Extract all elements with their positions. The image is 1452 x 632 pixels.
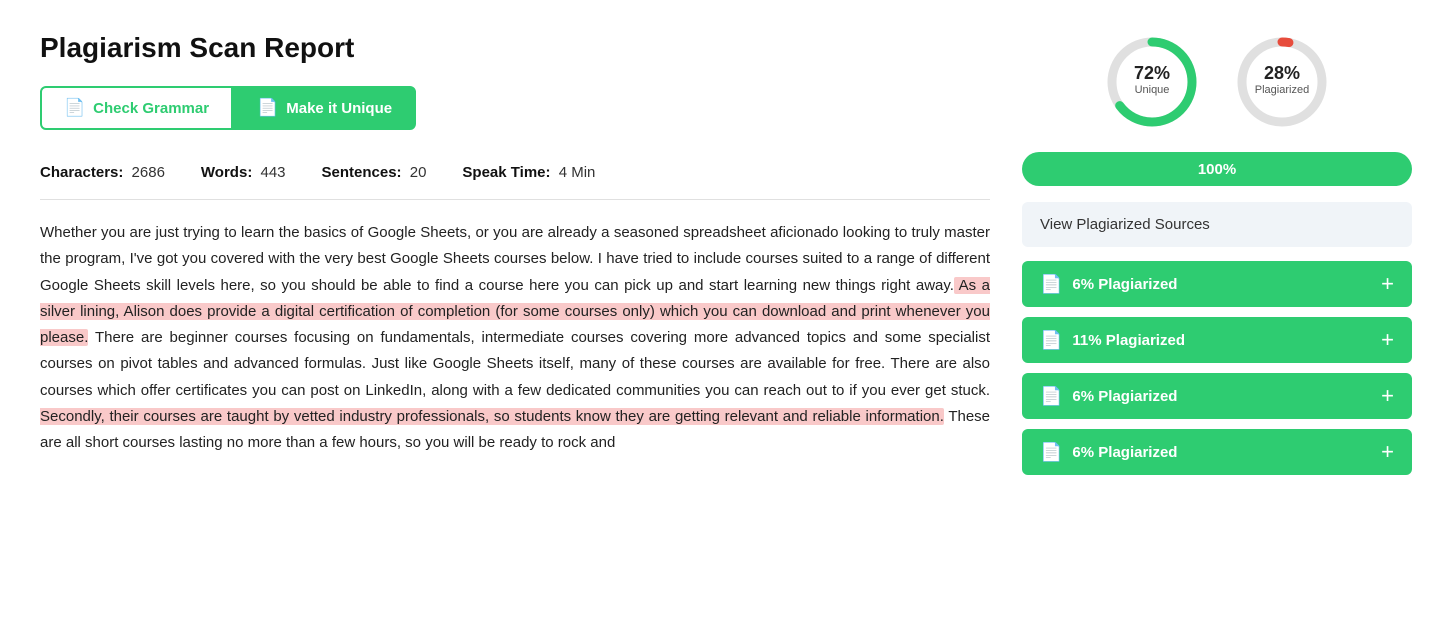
make-unique-icon: 📄 — [257, 98, 278, 118]
source-item-3[interactable]: 📄 6% Plagiarized + — [1022, 429, 1412, 475]
source-label-0: 6% Plagiarized — [1072, 276, 1177, 293]
source-label-2: 6% Plagiarized — [1072, 388, 1177, 405]
source-item-0[interactable]: 📄 6% Plagiarized + — [1022, 261, 1412, 307]
source-doc-icon-1: 📄 — [1040, 330, 1062, 351]
progress-bar-row: 100% — [1022, 152, 1412, 186]
source-expand-icon-1[interactable]: + — [1381, 329, 1394, 351]
source-label-3: 6% Plagiarized — [1072, 444, 1177, 461]
view-sources-label: View Plagiarized Sources — [1040, 216, 1210, 233]
text-part2: There are beginner courses focusing on f… — [40, 329, 990, 399]
source-expand-icon-2[interactable]: + — [1381, 385, 1394, 407]
stat-sentences: Sentences: 20 — [322, 164, 427, 181]
source-item-1[interactable]: 📄 11% Plagiarized + — [1022, 317, 1412, 363]
sources-list: 📄 6% Plagiarized + 📄 11% Plagiarized + 📄… — [1022, 261, 1412, 475]
right-panel: 72% Unique 28% Plagiarized 100% V — [1022, 32, 1412, 485]
stat-characters: Characters: 2686 — [40, 164, 165, 181]
source-item-left-2: 📄 6% Plagiarized — [1040, 386, 1177, 407]
source-item-left-0: 📄 6% Plagiarized — [1040, 274, 1177, 295]
plagiarized-circle-svg: 28% Plagiarized — [1232, 32, 1332, 132]
source-doc-icon-2: 📄 — [1040, 386, 1062, 407]
source-expand-icon-0[interactable]: + — [1381, 273, 1394, 295]
stat-words: Words: 443 — [201, 164, 286, 181]
source-item-left-1: 📄 11% Plagiarized — [1040, 330, 1185, 351]
content-text: Whether you are just trying to learn the… — [40, 220, 990, 456]
svg-text:Plagiarized: Plagiarized — [1255, 84, 1309, 96]
source-item-2[interactable]: 📄 6% Plagiarized + — [1022, 373, 1412, 419]
source-label-1: 11% Plagiarized — [1072, 332, 1185, 349]
progress-bar-text: 100% — [1198, 161, 1236, 178]
left-panel: Plagiarism Scan Report 📄 Check Grammar 📄… — [40, 32, 990, 485]
svg-text:Unique: Unique — [1135, 84, 1170, 96]
source-doc-icon-0: 📄 — [1040, 274, 1062, 295]
highlight-text-2: Secondly, their courses are taught by ve… — [40, 408, 944, 425]
plagiarized-circle-container: 28% Plagiarized — [1232, 32, 1332, 132]
stats-row: Characters: 2686 Words: 443 Sentences: 2… — [40, 152, 990, 200]
unique-circle-container: 72% Unique — [1102, 32, 1202, 132]
text-part1: Whether you are just trying to learn the… — [40, 224, 990, 294]
source-expand-icon-3[interactable]: + — [1381, 441, 1394, 463]
check-grammar-button[interactable]: 📄 Check Grammar — [40, 86, 233, 130]
make-unique-button[interactable]: 📄 Make it Unique — [233, 86, 416, 130]
view-plagiarized-sources-box[interactable]: View Plagiarized Sources — [1022, 202, 1412, 247]
action-buttons: 📄 Check Grammar 📄 Make it Unique — [40, 86, 990, 130]
page-title: Plagiarism Scan Report — [40, 32, 990, 64]
unique-circle-svg: 72% Unique — [1102, 32, 1202, 132]
check-grammar-icon: 📄 — [64, 98, 85, 118]
stat-speak-time: Speak Time: 4 Min — [462, 164, 595, 181]
source-doc-icon-3: 📄 — [1040, 442, 1062, 463]
source-item-left-3: 📄 6% Plagiarized — [1040, 442, 1177, 463]
circles-row: 72% Unique 28% Plagiarized — [1022, 32, 1412, 132]
progress-bar: 100% — [1022, 152, 1412, 186]
svg-text:72%: 72% — [1134, 63, 1170, 83]
svg-text:28%: 28% — [1264, 63, 1300, 83]
